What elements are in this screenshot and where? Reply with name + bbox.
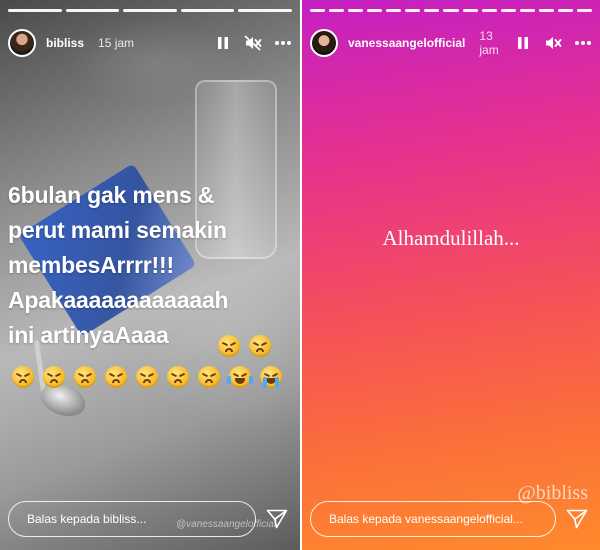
emoji-row [218,335,271,357]
progress-segment [329,9,345,12]
post-time: 13 jam [479,29,499,57]
mute-icon[interactable] [544,34,562,52]
progress-segment [367,9,383,12]
progress-segment [310,9,326,12]
tired-face-emoji [167,366,189,388]
reply-input[interactable]: Balas kepada bibliss... [8,501,256,537]
crying-face-emoji [260,366,282,388]
joy-face-emoji [227,366,253,388]
progress-segment [481,9,497,12]
avatar[interactable] [8,29,36,57]
progress-segment [405,9,421,12]
progress-segment [576,9,592,12]
story-header: bibliss 15 jam [8,28,292,58]
progress-segment [386,9,402,12]
story-progress-bar [310,9,592,12]
tired-face-emoji [198,366,220,388]
progress-segment [8,9,62,12]
tired-face-emoji [12,366,34,388]
story-progress-bar [8,9,292,12]
reply-placeholder: Balas kepada bibliss... [27,512,147,526]
progress-segment [180,9,235,12]
username[interactable]: vanessaangelofficial [348,36,465,50]
story-vanessaangelofficial[interactable]: vanessaangelofficial 13 jam Alhamdulilla… [302,0,600,550]
progress-segment [557,9,573,12]
pause-icon[interactable] [514,34,532,52]
progress-segment [123,9,177,12]
tired-face-emoji [74,366,96,388]
progress-segment [500,9,516,12]
more-icon[interactable] [574,34,592,52]
story-caption: Alhamdulillah... [382,226,520,250]
reply-placeholder: Balas kepada vanessaangelofficial... [329,512,523,526]
reply-input[interactable]: Balas kepada vanessaangelofficial... [310,501,556,537]
tired-face-emoji [43,366,65,388]
send-icon[interactable] [264,506,290,532]
avatar[interactable] [310,29,338,57]
progress-segment [462,9,478,12]
tired-face-emoji [136,366,158,388]
more-icon[interactable] [274,34,292,52]
tired-face-emoji [218,335,240,357]
story-controls [514,34,592,52]
pause-icon[interactable] [214,34,232,52]
tired-face-emoji [105,366,127,388]
progress-segment [424,9,440,12]
story-controls [214,34,292,52]
progress-segment [538,9,554,12]
tired-face-emoji [249,335,271,357]
send-icon[interactable] [564,506,590,532]
username[interactable]: bibliss [46,36,84,50]
mute-icon[interactable] [244,34,262,52]
progress-segment [65,9,120,12]
story-header: vanessaangelofficial 13 jam [310,28,592,58]
progress-segment [443,9,459,12]
progress-segment [348,9,364,12]
story-text: 6bulan gak mens & perut mami semakin mem… [8,182,229,348]
emoji-row [12,366,282,388]
progress-segment [238,9,292,12]
story-bibliss[interactable]: bibliss 15 jam 6bulan gak mens & perut m… [0,0,300,550]
post-time: 15 jam [98,36,135,50]
progress-segment [519,9,535,12]
